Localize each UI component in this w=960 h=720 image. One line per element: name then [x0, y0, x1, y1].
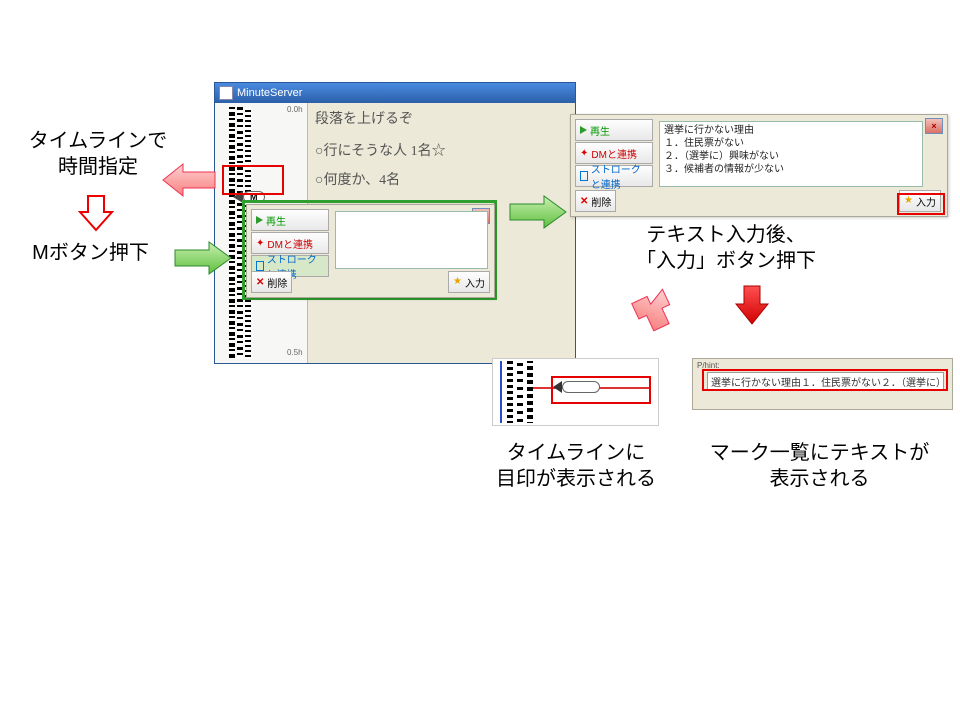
arrow-left-pink: [163, 164, 215, 196]
arrow-right-green-1: [175, 242, 231, 274]
arrow-downleft-pink: [626, 281, 680, 335]
arrows-layer: [0, 0, 960, 720]
arrow-down-red: [736, 286, 768, 324]
arrow-right-green-2: [510, 196, 566, 228]
arrow-down-outline: [80, 196, 112, 230]
